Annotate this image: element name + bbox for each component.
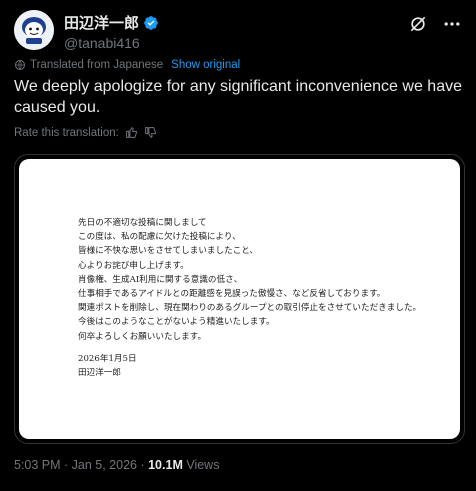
views-label: Views (182, 458, 220, 472)
apology-text: 先日の不適切な投稿に関しまして この度は、私の配慮に欠けた投稿により、 皆様に不… (78, 216, 421, 344)
grok-icon[interactable] (408, 14, 428, 34)
attached-image[interactable]: 先日の不適切な投稿に関しまして この度は、私の配慮に欠けた投稿により、 皆様に不… (14, 154, 465, 444)
translated-from-label: Translated from Japanese (30, 59, 164, 71)
letter-date: 2026年1月5日 (78, 354, 137, 364)
views-count: 10.1M (148, 458, 183, 472)
show-original-link[interactable]: Show original (171, 59, 240, 71)
letter-line: 肖像権、生成AI利用に関する意識の低さ、 (78, 274, 243, 285)
letter-line: この度は、私の配慮に欠けた投稿により、 (78, 232, 241, 243)
letter-signature-block: 2026年1月5日 田辺洋一郎 (78, 352, 137, 380)
translate-icon (15, 60, 25, 70)
letter-line: 皆様に不快な思いをさせてしまいましたこと、 (78, 246, 259, 257)
tweet-header: 田辺洋一郎 @tanabi416 (14, 10, 462, 51)
letter-signature: 田辺洋一郎 (78, 368, 121, 378)
apology-letter: 先日の不適切な投稿に関しまして この度は、私の配慮に欠けた投稿により、 皆様に不… (19, 159, 460, 439)
timestamp[interactable]: 5:03 PM · Jan 5, 2026 · (14, 458, 148, 472)
avatar-illustration-icon (14, 10, 54, 50)
tweet-text: We deeply apologize for any significant … (14, 78, 462, 116)
thumbs-down-icon[interactable] (144, 126, 157, 139)
display-name[interactable]: 田辺洋一郎 (64, 12, 139, 33)
letter-line: 今後はこのようなことがないよう精進いたします。 (78, 317, 275, 328)
handle[interactable]: @tanabi416 (64, 35, 159, 51)
letter-line: 関連ポストを削除し、現在関わりのあるグループとの取引停止をさせていただきました。 (78, 303, 422, 314)
thumbs-up-icon[interactable] (125, 126, 138, 139)
letter-line: 何卒よろしくお願いいたします。 (78, 331, 207, 342)
more-options-icon[interactable] (442, 14, 462, 34)
letter-line: 仕事相手であるアイドルとの距離感を見誤った傲慢さ、など反省しております。 (78, 288, 386, 299)
tweet-meta: 5:03 PM · Jan 5, 2026 · 10.1M Views (14, 458, 219, 472)
verified-badge-icon[interactable] (143, 15, 159, 31)
avatar[interactable] (14, 10, 54, 50)
letter-line: 先日の不適切な投稿に関しまして (78, 218, 207, 228)
translation-notice: Translated from Japanese Show original (14, 59, 240, 71)
letter-line: 心よりお詫び申し上げます。 (78, 260, 189, 271)
rate-translation: Rate this translation: (14, 126, 157, 139)
rate-translation-label: Rate this translation: (14, 126, 119, 139)
